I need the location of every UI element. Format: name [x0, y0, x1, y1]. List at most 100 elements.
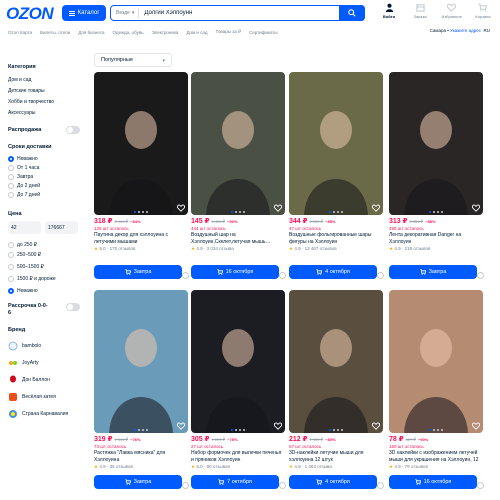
product-title[interactable]: Лента декоративная Danger на Хэллоуин: [389, 232, 483, 245]
brand-item[interactable]: Страна Карнавалия: [8, 405, 86, 422]
quick-view-icon[interactable]: [182, 482, 189, 489]
profile-button[interactable]: Войти: [376, 2, 402, 24]
add-to-cart-button[interactable]: 16 октября: [191, 265, 279, 279]
nav-link-clothes[interactable]: Одежда, обувь: [112, 30, 143, 35]
category-item[interactable]: Дом и сад: [8, 74, 86, 85]
favorite-heart-icon[interactable]: [177, 422, 185, 430]
favorite-heart-icon[interactable]: [472, 422, 480, 430]
add-to-cart-button[interactable]: Завтра: [94, 475, 182, 489]
price-option[interactable]: 1500 ₽ и дороже: [8, 273, 86, 285]
delivery-option[interactable]: Неважно: [8, 154, 86, 163]
delivery-option[interactable]: До 7 дней: [8, 190, 86, 199]
product-card[interactable]: 344 ₽ 2 250 ₽ −85% 47 шт осталось Воздуш…: [289, 72, 384, 279]
add-to-cart-button[interactable]: 4 октября: [289, 475, 377, 489]
product-price: 344 ₽: [289, 218, 308, 225]
delivery-option[interactable]: От 1 часа: [8, 163, 86, 172]
product-image[interactable]: [94, 72, 188, 215]
product-image[interactable]: [289, 72, 383, 215]
brand-item[interactable]: Дон Баллон: [8, 371, 86, 388]
favorite-heart-icon[interactable]: [472, 204, 480, 212]
product-image[interactable]: [94, 290, 188, 433]
nav-link-electronics[interactable]: Электроника: [152, 30, 179, 35]
brand-item[interactable]: JoyArty: [8, 354, 86, 371]
orders-button[interactable]: Заказы: [407, 2, 433, 24]
category-item[interactable]: Аксессуары: [8, 107, 86, 118]
product-title[interactable]: 3D наклейки с изображением летучей мыши …: [389, 450, 483, 463]
location-selector[interactable]: Самара • Укажите адрес RU: [430, 28, 490, 33]
favorite-heart-icon[interactable]: [177, 204, 185, 212]
product-discount: −85%: [325, 219, 336, 224]
add-to-cart-button[interactable]: 7 октября: [191, 475, 279, 489]
product-image[interactable]: [289, 290, 383, 433]
product-image[interactable]: [191, 290, 285, 433]
add-to-cart-button[interactable]: Завтра: [94, 265, 182, 279]
product-card[interactable]: 305 ₽ 1 229 ₽ −75% 27 шт осталось Набор …: [191, 290, 286, 489]
quick-view-icon[interactable]: [477, 482, 484, 489]
product-image[interactable]: [389, 290, 483, 433]
address-link[interactable]: Укажите адрес: [450, 28, 481, 33]
product-image[interactable]: [191, 72, 285, 215]
product-title[interactable]: Паутина декор для хэллоуина с летучими м…: [94, 232, 188, 245]
brand-item[interactable]: bambolo: [8, 337, 86, 354]
price-from-input[interactable]: [8, 221, 41, 234]
catalog-button[interactable]: Каталог: [62, 5, 106, 21]
product-title[interactable]: Набор формочек для выпечки печенья и пря…: [191, 450, 285, 463]
quick-view-icon[interactable]: [477, 272, 484, 279]
price-option[interactable]: 500–1500 ₽: [8, 261, 86, 273]
delivery-date-label: Завтра: [428, 269, 447, 275]
stock-left: 47 шт осталось: [289, 226, 322, 231]
quick-view-icon[interactable]: [377, 272, 384, 279]
favorites-button[interactable]: Избранное: [439, 2, 465, 24]
product-title[interactable]: Воздушные фольгированные шары фигуры на …: [289, 232, 383, 245]
quick-view-icon[interactable]: [377, 482, 384, 489]
rating-value: 4.9: [394, 464, 401, 469]
quick-view-icon[interactable]: [182, 272, 189, 279]
nav-link-business[interactable]: Для бизнеса: [78, 30, 104, 35]
search-button[interactable]: [339, 5, 365, 21]
product-title[interactable]: Воздушный шар на Хэллоуин,Скелет,летучая…: [191, 232, 285, 245]
product-card[interactable]: 318 ₽ 2 009 ₽ −84% 129 шт осталось Паути…: [94, 72, 189, 279]
cart-button[interactable]: Корзина: [470, 2, 496, 24]
language-switch[interactable]: RU: [484, 28, 491, 33]
product-title[interactable]: 3D-наклейки летучие мыши для хэллоуина 1…: [289, 450, 383, 463]
add-to-cart-button[interactable]: 4 октября: [289, 265, 377, 279]
nav-link-tickets[interactable]: Билеты, отели: [40, 30, 70, 35]
product-card[interactable]: 212 ₽ 1 059 ₽ −80% 57 шт осталось 3D-нак…: [289, 290, 384, 489]
delivery-option[interactable]: Завтра: [8, 172, 86, 181]
installment-toggle[interactable]: [66, 303, 80, 311]
rating-value: 5.0: [99, 246, 106, 251]
nav-link-home[interactable]: Дом и сад: [186, 30, 207, 35]
product-card[interactable]: 313 ₽ 2 051 ₽ −85% 495 шт осталось Лента…: [389, 72, 484, 279]
product-card[interactable]: 319 ₽ 1 341 ₽ −76% 73 шт осталось Растяж…: [94, 290, 189, 489]
add-to-cart-button[interactable]: Завтра: [389, 265, 477, 279]
sale-filter[interactable]: Распродажа: [8, 124, 80, 136]
search-scope-select[interactable]: Везде ▾: [111, 8, 140, 18]
product-card[interactable]: 78 ₽ 827 ₽ −90% 150 шт осталось 3D накле…: [389, 290, 484, 489]
favorite-heart-icon[interactable]: [274, 422, 282, 430]
category-item[interactable]: Хобби и творчество: [8, 96, 86, 107]
price-option[interactable]: Неважно: [8, 285, 86, 297]
installment-filter[interactable]: Рассрочка 0-0-6: [8, 303, 80, 321]
favorite-heart-icon[interactable]: [274, 204, 282, 212]
price-option[interactable]: 250–500 ₽: [8, 249, 86, 261]
category-item[interactable]: Детские товары: [8, 85, 86, 96]
quick-view-icon[interactable]: [279, 482, 286, 489]
search-input[interactable]: [139, 10, 330, 16]
product-card[interactable]: 145 ₽ 1 405 ₽ −90% 444 шт осталось Возду…: [191, 72, 286, 279]
price-to-input[interactable]: [45, 221, 78, 234]
favorite-heart-icon[interactable]: [372, 204, 380, 212]
nav-link-certificates[interactable]: Сертификаты: [249, 30, 278, 35]
quick-view-icon[interactable]: [279, 272, 286, 279]
price-option[interactable]: до 250 ₽: [8, 240, 86, 249]
nav-link-ozon-card[interactable]: Ozon Карта: [8, 30, 32, 35]
brand-item[interactable]: Весёлая затея: [8, 388, 86, 405]
product-image[interactable]: [389, 72, 483, 215]
sale-toggle[interactable]: [66, 126, 80, 134]
favorite-heart-icon[interactable]: [372, 422, 380, 430]
ozon-logo[interactable]: OZON: [6, 4, 54, 24]
add-to-cart-button[interactable]: 16 октября: [389, 475, 477, 489]
delivery-option[interactable]: До 2 дней: [8, 181, 86, 190]
product-title[interactable]: Растяжка "Лавка мясника" для Хэллоуина: [94, 450, 188, 463]
nav-link-cheap[interactable]: Товары за ₽: [216, 29, 241, 35]
sort-select[interactable]: Популярные ▾: [94, 53, 172, 67]
